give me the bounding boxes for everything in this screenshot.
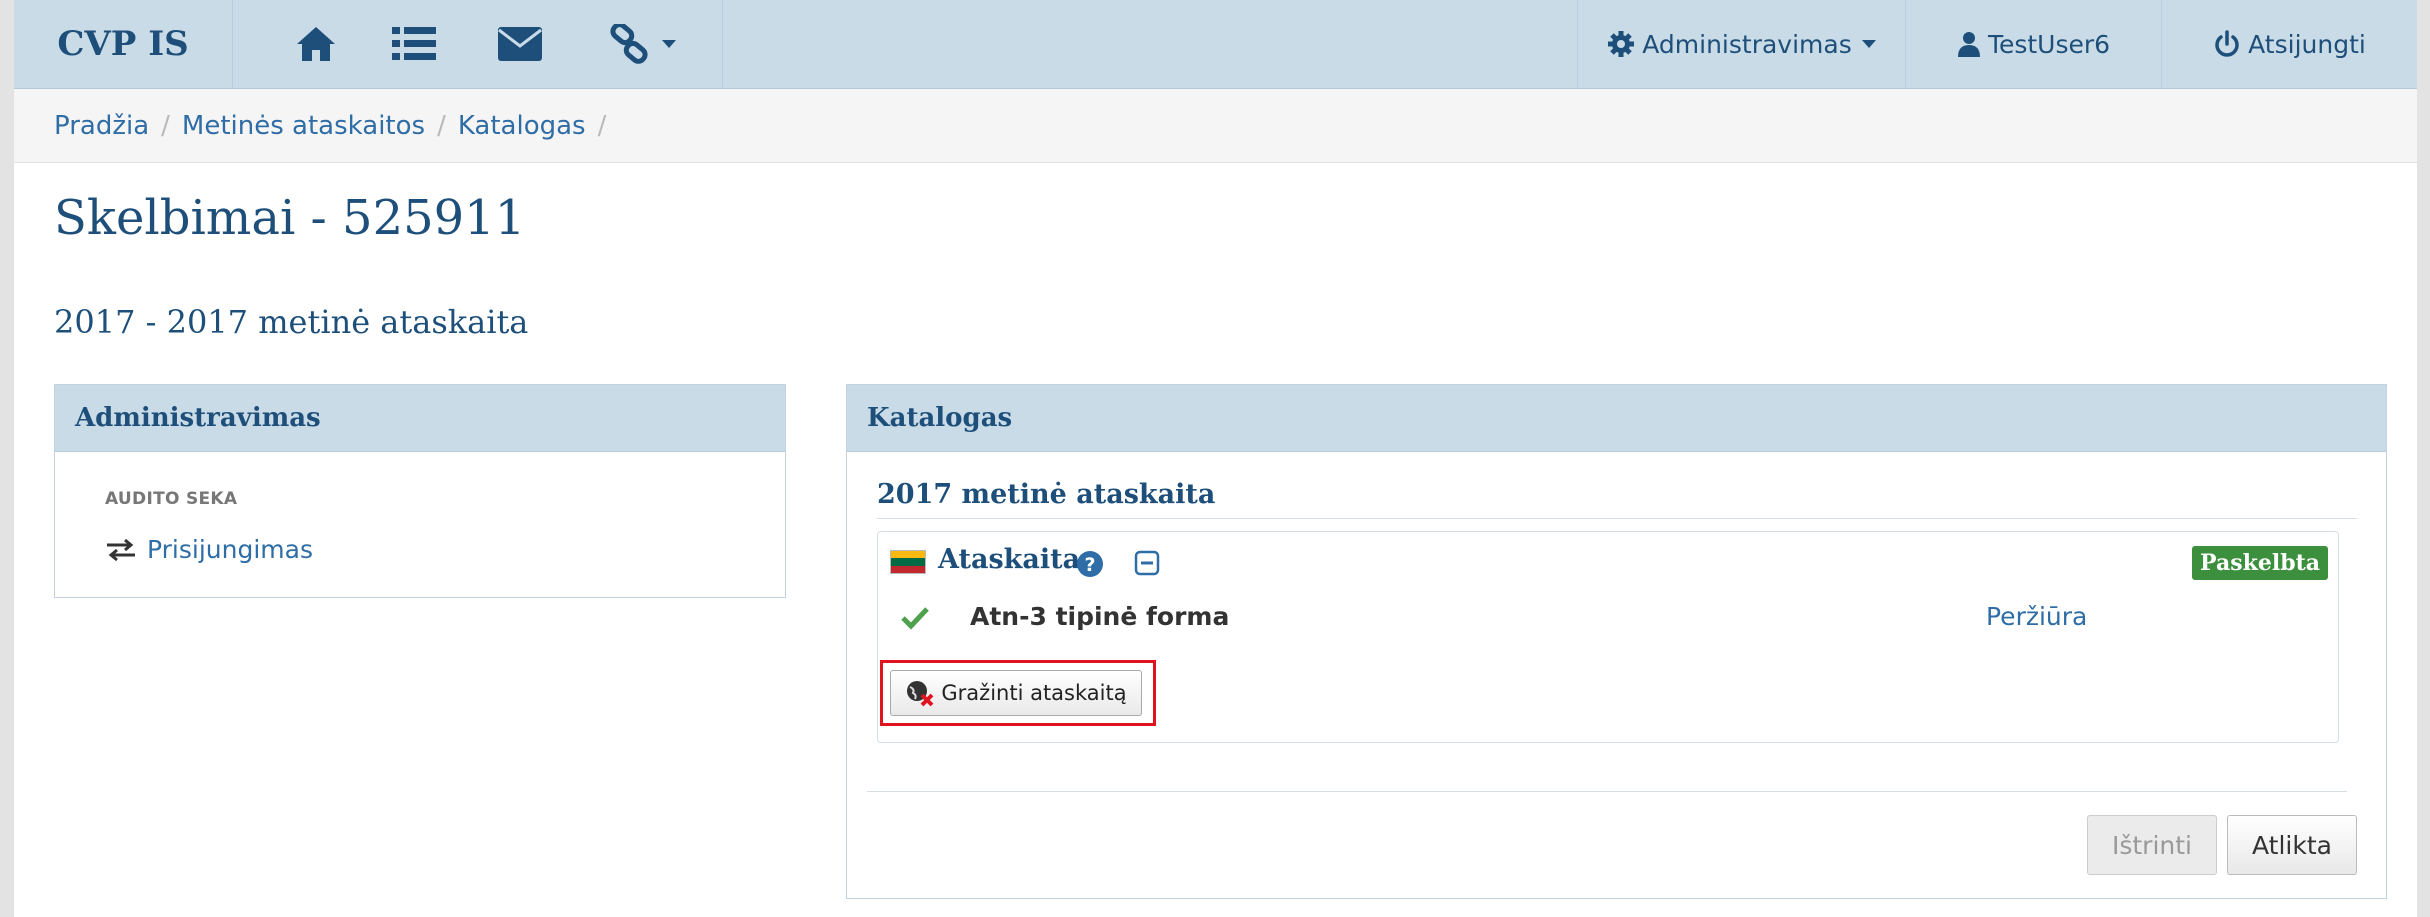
breadcrumb-catalog[interactable]: Katalogas — [458, 111, 586, 141]
return-report-button[interactable]: Gražinti ataskaitą — [890, 670, 1142, 716]
panel-divider — [867, 791, 2347, 792]
admin-panel-heading: Administravimas — [55, 385, 785, 452]
login-audit-label: Prisijungimas — [147, 535, 313, 564]
catalog-panel-heading: Katalogas — [847, 385, 2386, 452]
check-icon — [900, 606, 930, 634]
page-subtitle: 2017 - 2017 metinė ataskaita — [54, 303, 529, 341]
chevron-down-icon — [1861, 40, 1876, 48]
user-icon — [1957, 32, 1980, 57]
top-navbar: CVP IS Administravimas TestUser6 Atsijun… — [14, 0, 2417, 89]
logout-button[interactable]: Atsijungti — [2161, 0, 2418, 88]
admin-panel: Administravimas AUDITO SEKA Prisijungima… — [54, 384, 786, 598]
form-name: Atn-3 tipinė forma — [970, 602, 1230, 631]
breadcrumb-home[interactable]: Pradžia — [54, 111, 149, 141]
chevron-down-icon — [662, 40, 676, 48]
admin-menu[interactable]: Administravimas — [1577, 0, 1906, 88]
delete-button[interactable]: Ištrinti — [2087, 815, 2217, 875]
breadcrumb: Pradžia / Metinės ataskaitos / Katalogas… — [14, 89, 2417, 163]
collapse-icon[interactable] — [1134, 550, 1160, 580]
link-icon[interactable] — [602, 20, 682, 68]
gear-icon — [1608, 31, 1635, 57]
exchange-icon — [107, 538, 135, 561]
breadcrumb-separator: / — [597, 110, 607, 141]
report-name: Ataskaita — [938, 544, 1081, 575]
done-button[interactable]: Atlikta — [2227, 815, 2357, 875]
page-title: Skelbimai - 525911 — [54, 190, 526, 246]
logout-label: Atsijungti — [2248, 29, 2366, 59]
power-icon — [2215, 30, 2239, 57]
envelope-icon[interactable] — [496, 20, 544, 68]
login-audit-link[interactable]: Prisijungimas — [105, 535, 313, 564]
audit-section-label: AUDITO SEKA — [105, 489, 238, 509]
list-icon[interactable] — [390, 20, 438, 68]
admin-menu-label: Administravimas — [1642, 29, 1852, 59]
brand-logo[interactable]: CVP IS — [14, 0, 233, 88]
breadcrumb-separator: / — [437, 110, 446, 141]
nav-icon-group — [232, 0, 723, 88]
app-frame: CVP IS Administravimas TestUser6 Atsijun… — [14, 0, 2417, 917]
user-name: TestUser6 — [1987, 29, 2111, 59]
report-section-title: 2017 metinė ataskaita — [877, 479, 2357, 519]
breadcrumb-separator: / — [161, 110, 170, 141]
status-badge: Paskelbta — [2192, 546, 2328, 580]
home-icon[interactable] — [292, 20, 340, 68]
catalog-panel: Katalogas 2017 metinė ataskaita Ataskait… — [846, 384, 2387, 899]
preview-link[interactable]: Peržiūra — [1986, 602, 2087, 631]
lithuania-flag-icon — [890, 550, 926, 574]
breadcrumb-annual-reports[interactable]: Metinės ataskaitos — [182, 111, 425, 141]
return-report-label: Gražinti ataskaitą — [941, 681, 1127, 705]
user-menu[interactable]: TestUser6 — [1905, 0, 2162, 88]
help-icon[interactable]: ? — [1076, 550, 1104, 582]
report-card: Ataskaita ? Paskelbta Atn-3 tipinė forma… — [877, 531, 2339, 743]
svg-text:?: ? — [1084, 554, 1095, 576]
globe-remove-icon — [907, 681, 934, 707]
